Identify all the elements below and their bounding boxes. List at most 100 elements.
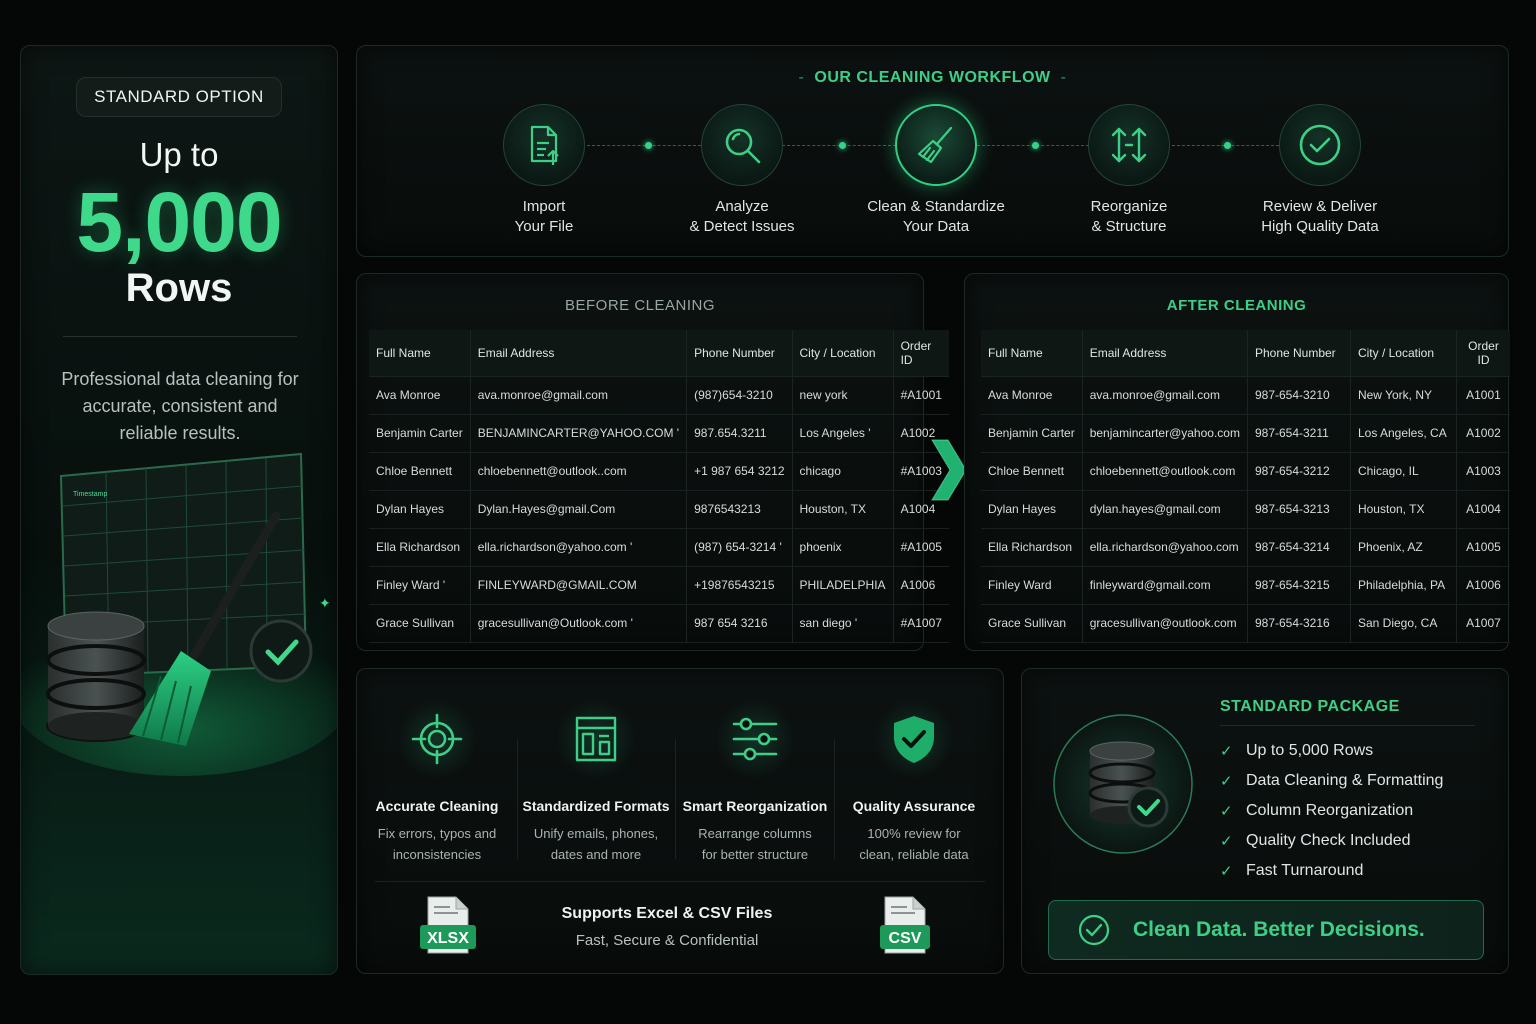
feature-desc-line: dates and more [550, 847, 642, 862]
tagline-banner: Clean Data. Better Decisions. [1048, 900, 1484, 960]
table-cell: Benjamin Carter [369, 414, 471, 453]
broom-icon [895, 104, 977, 186]
step-label-line2: Your File [514, 218, 574, 235]
supports-title: Supports Excel & CSV Files [561, 905, 773, 922]
workflow-title-text: OUR CLEANING WORKFLOW [814, 69, 1051, 86]
column-header: Full Name [981, 330, 1083, 377]
table-row: Benjamin Carter BENJAMINCARTER@YAHOO.COM … [369, 414, 949, 453]
column-header: Order ID [893, 330, 949, 377]
table-cell: Chloe Bennett [981, 452, 1083, 491]
table-cell: benjamincarter@yahoo.com [1082, 414, 1248, 453]
package-title: STANDARD PACKAGE [1220, 698, 1400, 715]
table-cell: Los Angeles ' [792, 414, 894, 453]
table-cell: Houston, TX [792, 490, 894, 529]
table-cell: 9876543213 [686, 490, 793, 529]
table-cell: Chicago, IL [1350, 452, 1457, 491]
checkmark-icon: ✓ [1220, 743, 1233, 760]
feature-standardized-formats: Standardized Formats Unify emails, phone… [517, 699, 675, 865]
table-cell: #A1001 [893, 376, 949, 415]
after-cleaning-table: Full Name Email Address Phone Number Cit… [981, 330, 1510, 643]
workflow-step-analyze: Analyze & Detect Issues [642, 104, 842, 237]
table-cell: Ava Monroe [369, 376, 471, 415]
table-cell: finleyward@gmail.com [1082, 566, 1248, 605]
table-cell: +19876543215 [686, 566, 793, 605]
standard-package-panel: STANDARD PACKAGE ✓ Up to 5,000 Rows ✓ Data… [1021, 668, 1509, 974]
table-cell: gracesullivan@outlook.com [1082, 604, 1248, 643]
csv-file-icon: CSV [880, 896, 930, 954]
step-label-line2: High Quality Data [1261, 218, 1379, 235]
table-cell: New York, NY [1350, 376, 1457, 415]
table-cell: Houston, TX [1350, 490, 1457, 529]
before-cleaning-table: Full Name Email Address Phone Number Cit… [369, 330, 949, 643]
list-item-label: Quality Check Included [1246, 832, 1411, 849]
database-check-icon [1053, 714, 1193, 854]
feature-desc-line: Fix errors, typos and [377, 826, 497, 841]
table-cell: A1003 [1456, 452, 1510, 491]
table-cell: #A1007 [893, 604, 949, 643]
step-label-line2: & Structure [1091, 218, 1167, 235]
workflow-title: - OUR CLEANING WORKFLOW - [798, 69, 1067, 86]
table-cell: Grace Sullivan [981, 604, 1083, 643]
before-cleaning-panel: BEFORE CLEANING Full Name Email Address … [356, 273, 949, 651]
table-cell: BENJAMINCARTER@YAHOO.COM ' [470, 414, 688, 453]
table-cell: A1006 [1456, 566, 1510, 605]
table-cell: 987.654.3211 [686, 414, 793, 453]
table-cell: Dylan Hayes [981, 490, 1083, 529]
feature-title: Standardized Formats [522, 798, 670, 814]
list-item: ✓ Data Cleaning & Formatting [1220, 766, 1443, 796]
table-header-row: Full Name Email Address Phone Number Cit… [981, 330, 1510, 377]
step-label-line1: Analyze [715, 198, 769, 215]
divider [63, 336, 297, 337]
after-cleaning-title: AFTER CLEANING [1166, 297, 1307, 314]
step-label-line1: Clean & Standardize [867, 198, 1005, 215]
shield-check-icon [874, 699, 954, 779]
table-cell: PHILADELPHIA [792, 566, 894, 605]
column-header: City / Location [792, 330, 894, 377]
checkmark-icon: ✓ [1220, 833, 1233, 850]
table-cell: (987) 654-3214 ' [686, 528, 793, 567]
panel-description: Professional data cleaning for accurate,… [61, 369, 299, 443]
table-cell: chloebennett@outlook.com [1082, 452, 1248, 491]
table-row: Grace Sullivan gracesullivan@outlook.com 9… [981, 604, 1510, 643]
table-cell: chicago [792, 452, 894, 491]
table-cell: San Diego, CA [1350, 604, 1457, 643]
sort-arrows-icon [1088, 104, 1170, 186]
table-cell: Ava Monroe [981, 376, 1083, 415]
table-cell: 987-654-3215 [1247, 566, 1351, 605]
table-cell: new york [792, 376, 894, 415]
table-cell: 987-654-3211 [1247, 414, 1351, 453]
table-cell: ella.richardson@yahoo.com ' [470, 528, 688, 567]
list-item-label: Data Cleaning & Formatting [1246, 772, 1444, 789]
list-item: ✓ Up to 5,000 Rows [1220, 736, 1443, 766]
table-cell: chloebennett@outlook..com [470, 452, 688, 491]
table-cell: A1005 [1456, 528, 1510, 567]
feature-title: Quality Assurance [852, 798, 976, 814]
cleaning-workflow-panel: - OUR CLEANING WORKFLOW - Import Your File … [356, 45, 1509, 257]
table-cell: 987-654-3213 [1247, 490, 1351, 529]
table-header-row: Full Name Email Address Phone Number Cit… [369, 330, 949, 377]
row-count-number: 5,000 [76, 175, 282, 269]
check-circle-icon [1279, 104, 1361, 186]
table-cell: 987-654-3212 [1247, 452, 1351, 491]
checkmark-icon: ✓ [1220, 773, 1233, 790]
table-row: Grace Sullivan gracesullivan@Outlook.com … [369, 604, 949, 643]
table-cell: Phoenix, AZ [1350, 528, 1457, 567]
table-row: Finley Ward ' FINLEYWARD@GMAIL.COM +198765… [369, 566, 949, 605]
after-cleaning-panel: AFTER CLEANING Full Name Email Address P… [964, 273, 1510, 651]
table-cell: A1001 [1456, 376, 1510, 415]
table-row: Benjamin Carter benjamincarter@yahoo.com 9… [981, 414, 1510, 453]
supports-subtitle: Fast, Secure & Confidential [575, 932, 759, 949]
feature-smart-reorganization: Smart Reorganization Rearrange columns fo… [676, 699, 834, 865]
list-item-label: Fast Turnaround [1246, 862, 1364, 879]
list-item: ✓ Quality Check Included [1220, 826, 1443, 856]
sliders-icon [715, 699, 795, 779]
standard-option-panel: STANDARD OPTION Up to 5,000 Rows Profess… [20, 45, 338, 975]
workflow-step-clean: Clean & Standardize Your Data [836, 104, 1036, 237]
step-label-line1: Import [522, 198, 566, 215]
list-item-label: Column Reorganization [1246, 802, 1414, 819]
table-row: Chloe Bennett chloebennett@outlook..com +1… [369, 452, 949, 491]
list-item: ✓ Fast Turnaround [1220, 856, 1443, 886]
feature-accurate-cleaning: Accurate Cleaning Fix errors, typos and i… [358, 699, 516, 865]
table-row: Dylan Hayes dylan.hayes@gmail.com 987-654-… [981, 490, 1510, 529]
divider [375, 881, 985, 882]
